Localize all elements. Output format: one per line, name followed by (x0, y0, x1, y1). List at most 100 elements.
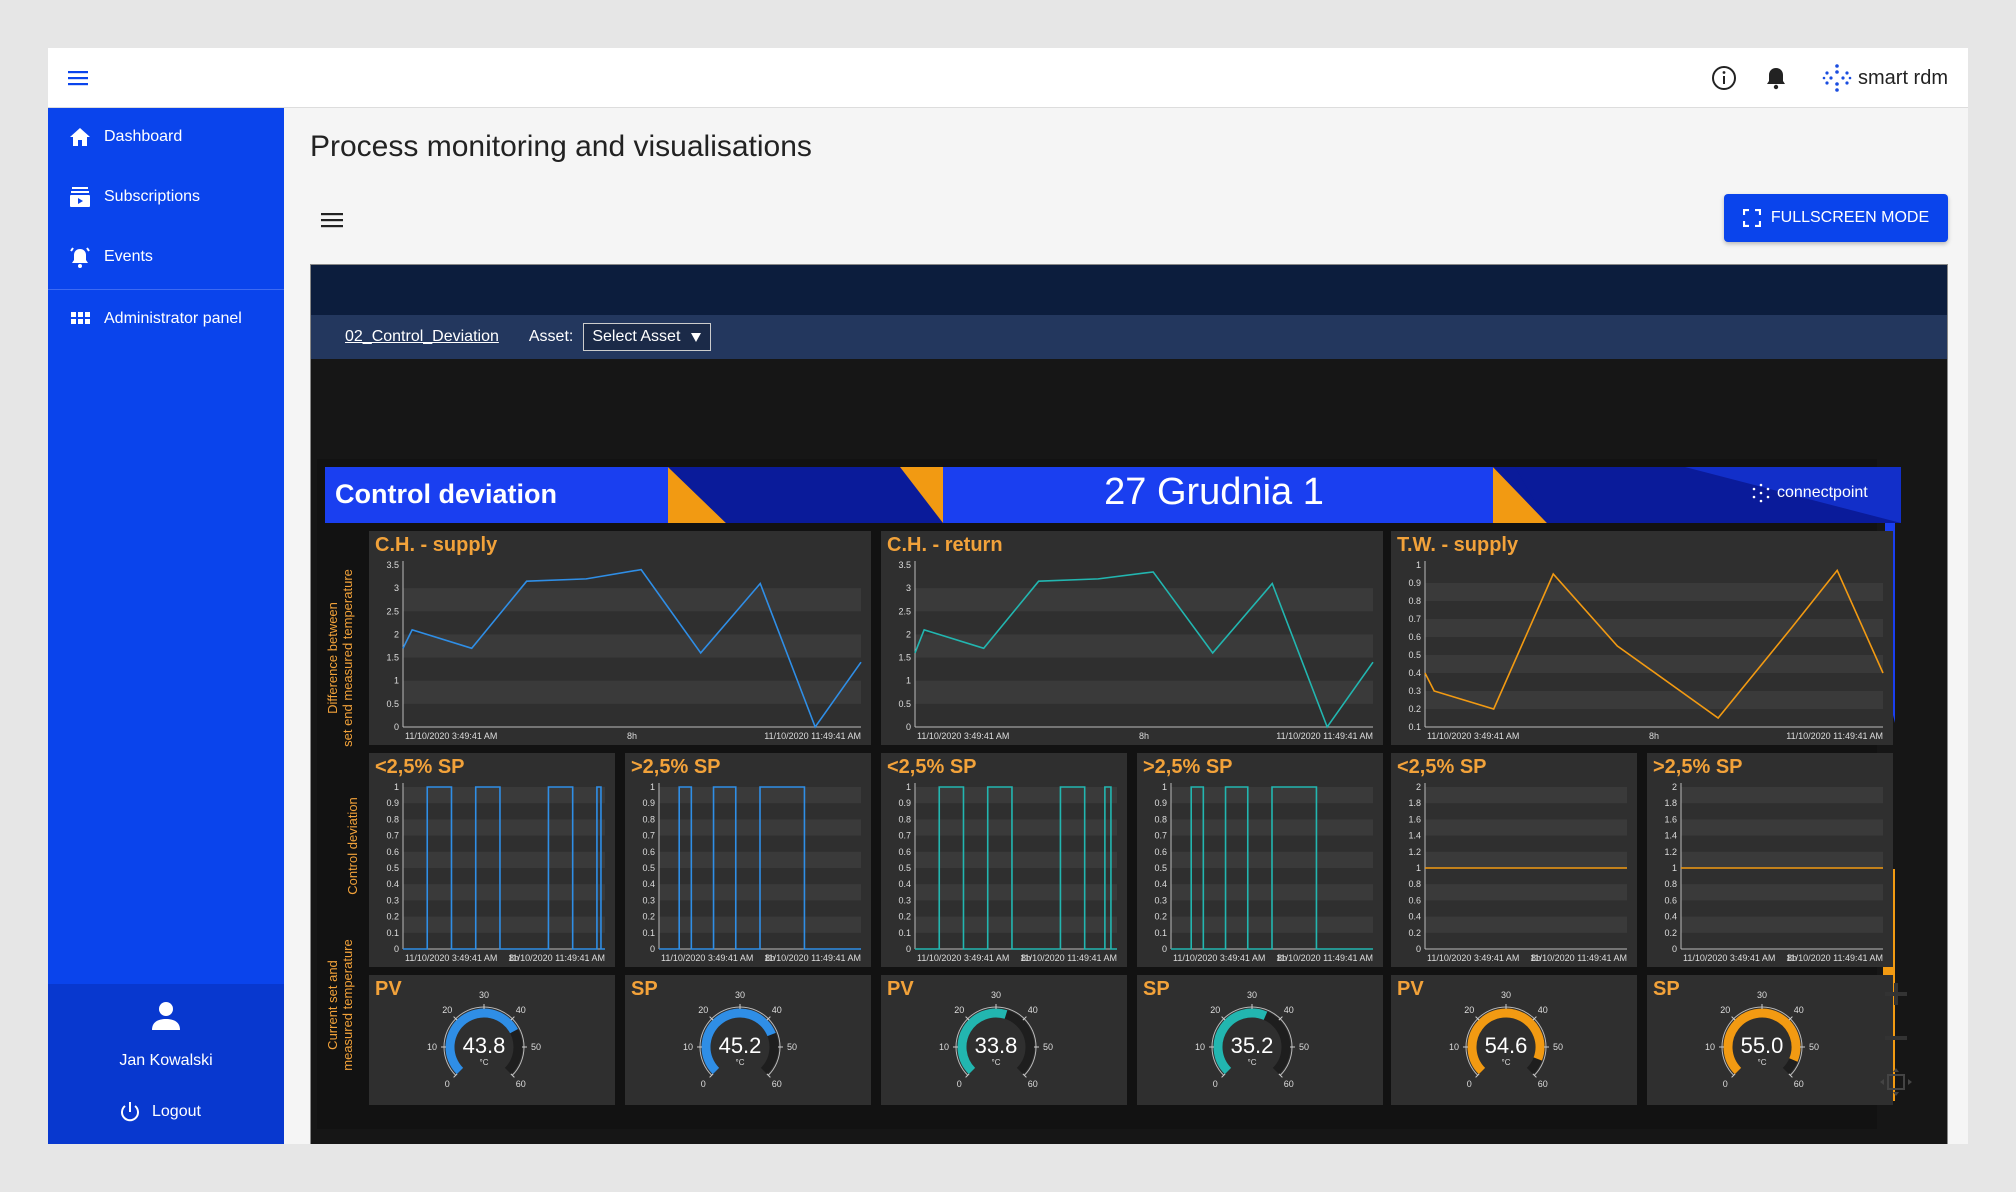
gauge-value: 33.8 (975, 1033, 1018, 1058)
x-tick-label: 11/10/2020 3:49:41 AM (1427, 953, 1519, 963)
grid-band (1681, 851, 1883, 868)
grid-band (403, 916, 605, 933)
chart-svg: 0 0.5 1 1.5 2 2.5 3 3.5 11/10/2020 3:49:41 AM 8h 1… (386, 560, 862, 741)
sidebar-item-label: Dashboard (104, 128, 183, 145)
x-tick-label: 11/10/2020 3:49:41 AM (1173, 953, 1265, 963)
grid-band (1425, 851, 1627, 868)
gauge-tick-label: 50 (1809, 1042, 1819, 1052)
fullscreen-mode-button[interactable]: FULLSCREEN MODE (1724, 194, 1948, 242)
y-tick-label: 2 (906, 629, 911, 639)
y-tick-label: 0.4 (898, 879, 911, 889)
sidebar-item-dashboard[interactable]: Dashboard (48, 108, 284, 166)
x-tick-label: 11/10/2020 3:49:41 AM (405, 731, 497, 741)
dashboard-toolbar: 02_Control_Deviation Asset: Select Asset (311, 315, 1947, 359)
chart-svg: 0 0.1 0.2 0.3 0.4 0.5 0.6 0.7 0.8 0.9 1 11/10/2020 … (1154, 782, 1373, 963)
gauge-svg: 0 10 20 30 40 50 60 33.8°C (939, 990, 1053, 1089)
gauge-tick-label: 30 (991, 990, 1001, 1000)
sidebar-item-administrator-panel[interactable]: Administrator panel (48, 290, 284, 348)
user-icon[interactable] (148, 998, 184, 1034)
chart-svg: 0.1 0.2 0.3 0.4 0.5 0.6 0.7 0.8 0.9 1 11/10/2020 3… (1408, 560, 1884, 741)
zoom-out-icon[interactable] (1883, 1025, 1909, 1051)
y-tick-label: 1 (906, 782, 911, 792)
sidebar-item-events[interactable]: Events (48, 228, 284, 286)
y-tick-label: 2.5 (386, 606, 399, 616)
alarm-bell-icon (70, 247, 90, 268)
x-tick-label: 11/10/2020 3:49:41 AM (661, 953, 753, 963)
grid-band (403, 851, 605, 868)
x-tick-label: 11/10/2020 3:49:41 AM (1427, 731, 1519, 741)
x-tick-label: 11/10/2020 11:49:41 AM (1530, 953, 1627, 963)
asset-label: Asset: (528, 328, 574, 345)
logout-button[interactable]: Logout (118, 1100, 201, 1124)
y-tick-label: 1.5 (386, 653, 399, 663)
connectpoint-dots-icon (1752, 483, 1770, 503)
y-tick-label: 0.7 (898, 831, 911, 841)
y-tick-label: 0.8 (1408, 596, 1421, 606)
y-tick-label: 0.4 (1664, 912, 1677, 922)
grid-band (1425, 691, 1883, 709)
grid-band (403, 634, 861, 658)
gauge-tick-label: 50 (787, 1042, 797, 1052)
y-tick-label: 0.4 (642, 879, 655, 889)
gauge-unit: °C (1758, 1058, 1767, 1067)
grid-band (403, 680, 861, 704)
y-tick-label: 0.3 (1154, 895, 1167, 905)
chart-svg: 0 0.1 0.2 0.3 0.4 0.5 0.6 0.7 0.8 0.9 1 11/10/2020 … (642, 782, 861, 963)
y-tick-label: 2 (1672, 782, 1677, 792)
menu-icon[interactable] (66, 66, 90, 90)
brand-logo: smart rdm (1822, 63, 1948, 93)
gauge-tick-label: 40 (1538, 1005, 1548, 1015)
row-label-current-temperature: Current set and measured temperature (325, 925, 355, 1085)
y-tick-label: 1.6 (1408, 814, 1421, 824)
gauge-tick-label: 0 (445, 1079, 450, 1089)
y-tick-label: 0.2 (1408, 704, 1421, 714)
sidebar-item-label: Administrator panel (104, 310, 242, 327)
y-tick-label: 0.1 (1408, 722, 1421, 732)
y-tick-label: 1.2 (1408, 847, 1421, 857)
gauge-svg: 0 10 20 30 40 50 60 43.8°C (427, 990, 541, 1089)
gauge-tick-label: 30 (735, 990, 745, 1000)
y-tick-label: 0.8 (1664, 879, 1677, 889)
y-tick-label: 0.5 (386, 863, 399, 873)
chart-panel-3: <2,5% SP 0 0.1 0.2 0.3 0.4 0.5 0.6 0.7 0.8 0.9 1 11/… (369, 753, 615, 967)
y-tick-label: 0.1 (642, 928, 655, 938)
gauge-tick-label: 40 (1028, 1005, 1038, 1015)
app-window: smart rdm Dashboard Subscriptions Events… (48, 48, 1968, 1144)
y-tick-label: 0.3 (386, 895, 399, 905)
banner-title: Control deviation (335, 479, 557, 509)
gauge-tick-label: 60 (1284, 1079, 1294, 1089)
gauge-panel-4: PV 0 10 20 30 40 50 60 54.6 °C (1391, 975, 1637, 1105)
fit-screen-icon[interactable] (1879, 1067, 1913, 1097)
grid-band (1681, 819, 1883, 836)
sidebar-item-subscriptions[interactable]: Subscriptions (48, 168, 284, 226)
gauge-tick-label: 60 (1794, 1079, 1804, 1089)
y-tick-label: 0.5 (1408, 650, 1421, 660)
gauge-svg: 0 10 20 30 40 50 60 45.2°C (683, 990, 797, 1089)
gauge-svg: 0 10 20 30 40 50 60 54.6°C (1449, 990, 1563, 1089)
gauge-tick-label: 20 (442, 1005, 452, 1015)
y-tick-label: 1.8 (1664, 798, 1677, 808)
gauge-tick-label: 10 (1705, 1042, 1715, 1052)
dashboard-link[interactable]: 02_Control_Deviation (345, 328, 499, 346)
y-tick-label: 0.6 (642, 847, 655, 857)
gauge-tick-label: 50 (1043, 1042, 1053, 1052)
bell-icon[interactable] (1762, 64, 1790, 92)
chart-panel-7: <2,5% SP 0 0.2 0.4 0.6 0.8 1 1.2 1.4 1.6 1.8 2 11/10… (1391, 753, 1637, 967)
gauge-panel-5: SP 0 10 20 30 40 50 60 55.0 °C (1647, 975, 1893, 1105)
info-icon[interactable] (1710, 64, 1738, 92)
gauge-tick-label: 20 (1210, 1005, 1220, 1015)
y-tick-label: 1.6 (1664, 814, 1677, 824)
gauge-tick-label: 20 (954, 1005, 964, 1015)
y-tick-label: 0.4 (1408, 912, 1421, 922)
grid-band (403, 819, 605, 836)
y-tick-label: 0.8 (386, 814, 399, 824)
dropdown-arrow-icon (691, 333, 702, 342)
gauge-tick-label: 0 (1467, 1079, 1472, 1089)
dashboard-header (311, 265, 1947, 315)
dashboard-menu-icon[interactable] (320, 208, 344, 232)
zoom-in-icon[interactable] (1883, 981, 1909, 1007)
y-tick-label: 0.2 (386, 912, 399, 922)
row-label-control-deviation: Control deviation (345, 771, 360, 921)
gauge-unit: °C (992, 1058, 1001, 1067)
asset-select[interactable]: Select Asset (583, 323, 712, 351)
